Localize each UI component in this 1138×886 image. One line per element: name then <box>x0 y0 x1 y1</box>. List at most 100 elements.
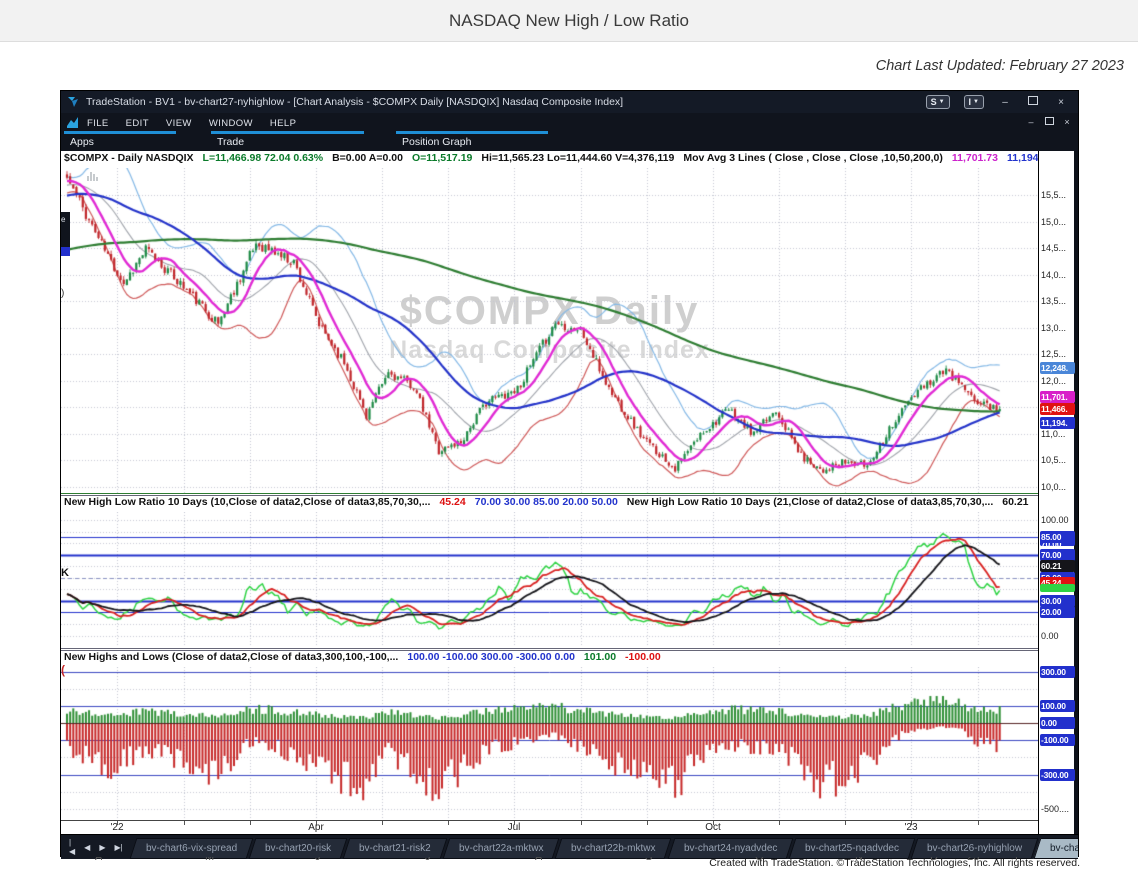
menu-edit[interactable]: EDIT <box>126 118 149 129</box>
header-value: 11,194.3... <box>1007 152 1038 164</box>
ratio-indicator-header: New High Low Ratio 10 Days (10,Close of … <box>61 495 1038 511</box>
axis-label: 15,0... <box>1041 217 1066 227</box>
workspace-tab-bv-chart20-risk[interactable]: bv-chart20-risk <box>248 838 347 859</box>
close-button[interactable]: × <box>1054 97 1068 108</box>
menu-window[interactable]: WINDOW <box>209 118 253 129</box>
header-value: 45.24 <box>439 496 465 508</box>
workspace-tab-bv-chart6-vix-spread[interactable]: bv-chart6-vix-spread <box>129 838 253 859</box>
x-axis-tick <box>250 821 251 825</box>
x-axis-label: Jul <box>508 822 521 833</box>
header-value: 60.21 <box>1002 496 1028 508</box>
tab-nav-button[interactable]: ▶ <box>99 843 105 852</box>
axis-label: 13,5... <box>1041 296 1066 306</box>
tab-nav-button[interactable]: |◀ <box>69 838 75 856</box>
app-tab-apps[interactable]: Apps <box>64 131 176 148</box>
updated-note: Chart Last Updated: February 27 2023 <box>876 58 1124 74</box>
menu-items: FILE EDIT VIEW WINDOW HELP <box>87 113 313 131</box>
chart-client-area: $COMPX Daily Nasdaq Composite Index $COM… <box>61 151 1074 834</box>
x-axis-tick <box>978 821 979 825</box>
clipped-month-label: O <box>755 857 764 865</box>
x-axis-label: Apr <box>308 822 324 833</box>
axis-label: 14,5... <box>1041 243 1066 253</box>
price-tag: -300.00 <box>1040 769 1075 781</box>
menu-file[interactable]: FILE <box>87 118 109 129</box>
workspace-tab-bv-chart27-nyhighlow[interactable]: bv-chart27-nyhighlow <box>1034 838 1078 859</box>
price-tag: 100.00 <box>1040 700 1075 712</box>
x-axis-label: Oct <box>705 822 721 833</box>
clipped-text-artifact: ) <box>61 288 64 299</box>
app-tab-position-graph[interactable]: Position Graph <box>396 131 548 148</box>
price-scale[interactable]: 15,5...15,0...14,5...14,0...13,5...13,0.… <box>1038 151 1074 834</box>
axis-label: -500.... <box>1041 804 1069 814</box>
restore-button[interactable] <box>1044 117 1054 127</box>
pane-divider[interactable] <box>61 493 1038 494</box>
workspace-tab-bv-chart21-risk2[interactable]: bv-chart21-risk2 <box>343 838 448 859</box>
workspace-tab-bv-chart25-nqadvdec[interactable]: bv-chart25-nqadvdec <box>789 838 916 859</box>
x-axis-tick <box>448 821 449 825</box>
clipped-month-label: J <box>315 857 321 865</box>
header-value: Mov Avg 3 Lines ( Close , Close , Close … <box>683 152 943 164</box>
indicator-button[interactable]: I▼ <box>964 95 984 109</box>
page-title: NASDAQ New High / Low Ratio <box>449 11 689 31</box>
volume-profile-icon <box>87 172 98 181</box>
app-icon <box>67 117 79 128</box>
highs-lows-canvas[interactable] <box>61 667 1038 820</box>
x-axis-label: '22 <box>110 822 123 833</box>
clipped-month-label: '23 <box>965 857 979 865</box>
page: NASDAQ New High / Low Ratio Chart Last U… <box>0 0 1138 886</box>
menu-view[interactable]: VIEW <box>166 118 192 129</box>
header-value: 101.00 <box>584 651 616 663</box>
header-value: 11,701.73 <box>952 152 998 164</box>
axis-label: 12,5... <box>1041 349 1066 359</box>
price-tag: -100.00 <box>1040 734 1075 746</box>
clipped-month-label: J <box>425 857 431 865</box>
ratio-chart-canvas[interactable] <box>61 512 1038 647</box>
clipped-text-artifact: ( <box>61 663 65 677</box>
workspace-tab-bv-chart22b-mktwx[interactable]: bv-chart22b-mktwx <box>555 838 672 859</box>
close-button[interactable]: × <box>1062 117 1072 127</box>
restore-icon <box>1045 117 1054 125</box>
chevron-down-icon: ▼ <box>939 99 945 105</box>
minimize-button[interactable]: – <box>1026 117 1036 127</box>
x-axis-tick <box>184 821 185 825</box>
header-value: 70.00 30.00 85.00 20.00 50.00 <box>475 496 618 508</box>
tab-nav-button[interactable]: ▶| <box>114 843 122 852</box>
x-axis-label: '23 <box>904 822 917 833</box>
chevron-down-icon: ▼ <box>973 99 979 105</box>
window-titlebar[interactable]: TradeStation - BV1 - bv-chart27-nyhighlo… <box>61 91 1078 113</box>
workspace-tab-bv-chart26-nyhighlow[interactable]: bv-chart26-nyhighlow <box>911 838 1039 859</box>
tab-navigation: |◀ ◀ ▶ ▶| <box>61 835 133 859</box>
price-tag: 0.00 <box>1040 717 1075 729</box>
tab-nav-button[interactable]: ◀ <box>84 843 90 852</box>
price-tag <box>1040 584 1075 592</box>
title-controls: S▼ I▼ – × <box>926 95 1078 109</box>
axis-label: 13,0... <box>1041 323 1066 333</box>
clipped-month-label: M <box>205 857 214 865</box>
pane-divider[interactable] <box>61 648 1038 649</box>
app-tab-trade[interactable]: Trade <box>211 131 364 148</box>
workspace-tab-bv-chart22a-mktwx[interactable]: bv-chart22a-mktwx <box>442 838 559 859</box>
header-value: Hi=11,565.23 Lo=11,444.60 V=4,376,119 <box>481 152 674 164</box>
axis-label: 12,0... <box>1041 376 1066 386</box>
clipped-month-label: F <box>1015 857 1022 865</box>
workspace-tab-bv-chart24-nyadvdec[interactable]: bv-chart24-nyadvdec <box>667 838 793 859</box>
price-tag: 70.00 <box>1040 549 1075 561</box>
header-value: -100.00 <box>625 651 661 663</box>
strategy-button[interactable]: S▼ <box>926 95 950 109</box>
clipped-month-label: A <box>95 857 102 865</box>
x-axis-tick <box>779 821 780 825</box>
header-value: New Highs and Lows (Close of data2,Close… <box>64 651 398 663</box>
clipped-month-label: A <box>535 857 542 865</box>
symbol-header: $COMPX - Daily NASDQIXL=11,466.98 72.04 … <box>61 152 1038 168</box>
price-tag: 85.00 <box>1040 531 1075 543</box>
clipped-label-artifact: e <box>61 212 70 250</box>
price-chart-canvas[interactable] <box>61 168 1038 493</box>
price-tag: 11,194. <box>1040 417 1075 429</box>
restore-icon <box>1028 96 1038 105</box>
price-tag: 300.00 <box>1040 666 1075 678</box>
menu-help[interactable]: HELP <box>270 118 296 129</box>
restore-button[interactable] <box>1026 96 1040 108</box>
price-tag: 11,466. <box>1040 403 1075 415</box>
header-value: O=11,517.19 <box>412 152 472 164</box>
minimize-button[interactable]: – <box>998 97 1012 108</box>
